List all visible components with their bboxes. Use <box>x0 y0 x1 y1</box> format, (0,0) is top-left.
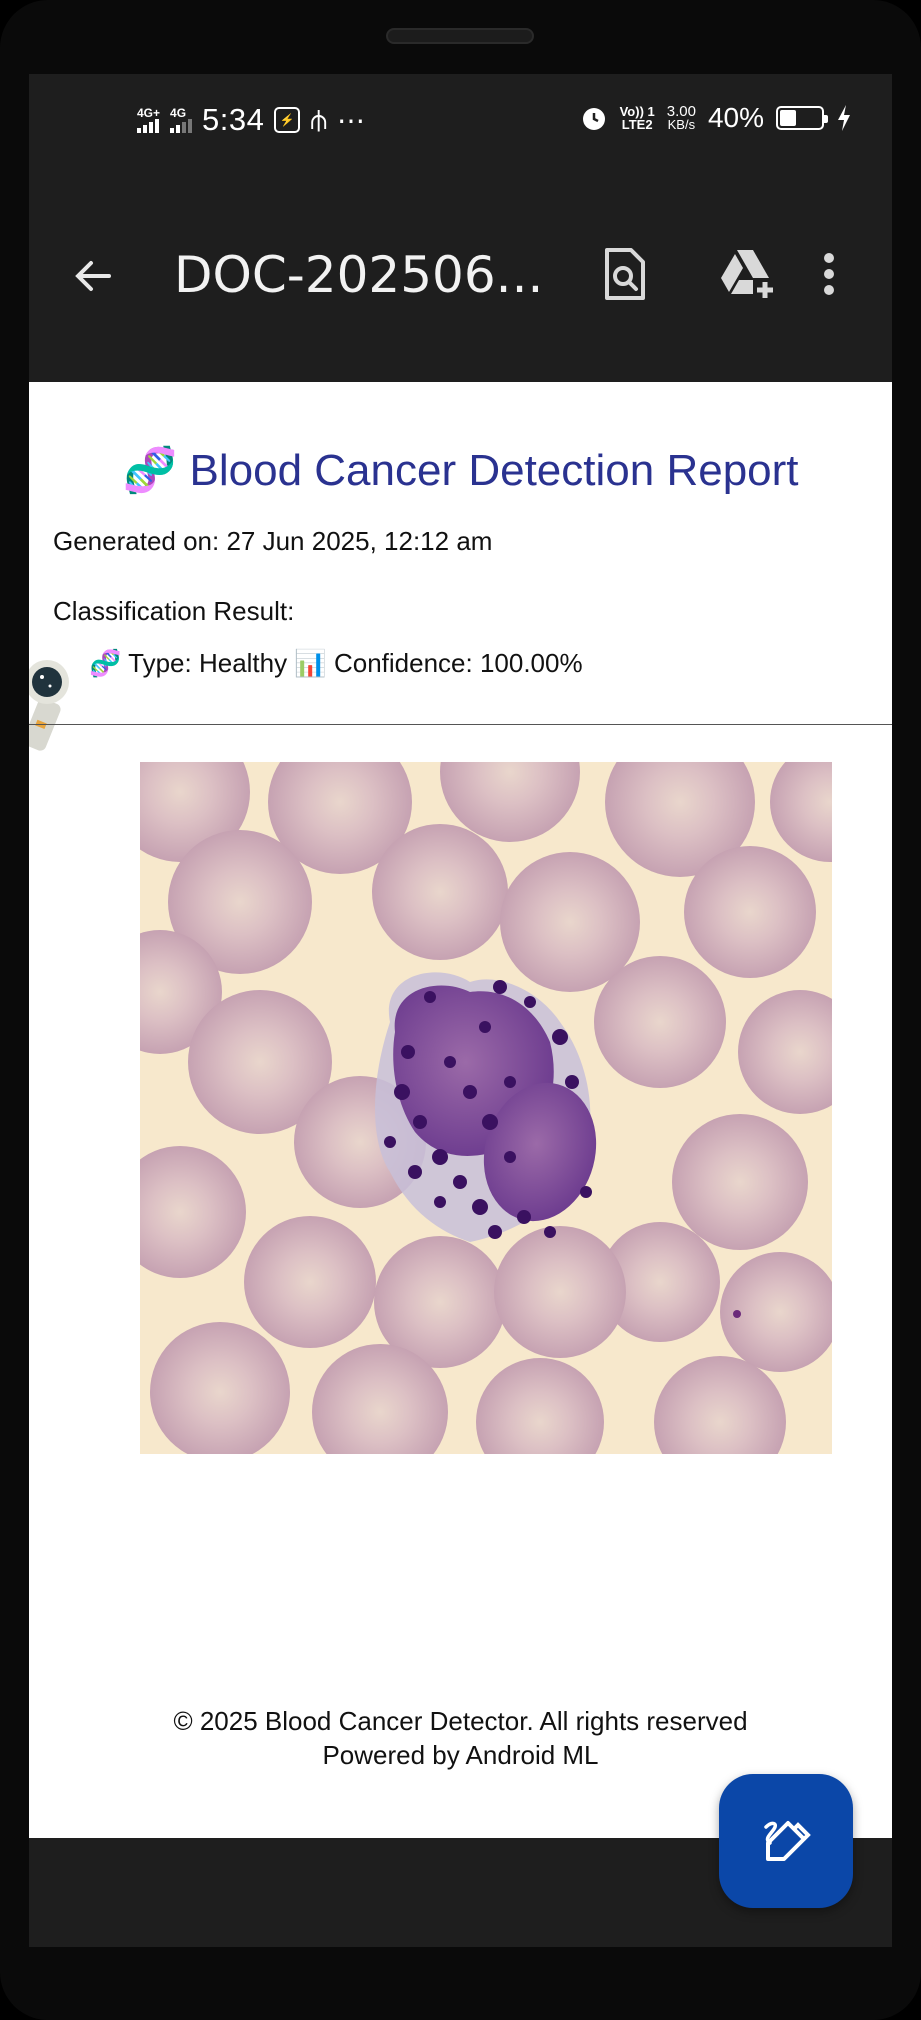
back-button[interactable] <box>69 252 117 300</box>
signal-icon: 4G+ <box>137 107 160 133</box>
report-footer: © 2025 Blood Cancer Detector. All rights… <box>29 1704 892 1772</box>
back-arrow-icon <box>75 261 111 291</box>
astronaut-sticker <box>29 660 69 751</box>
signal-icon: 4G <box>170 107 193 133</box>
status-left: 4G+ 4G 5:34 ⚡ ⫛ ⋯ <box>137 102 365 138</box>
status-right: Vo)) 1 LTE2 3.00 KB/s 40% <box>580 102 852 134</box>
google-drive-add-button[interactable] <box>709 242 785 306</box>
search-document-button[interactable] <box>593 242 657 306</box>
edit-fab-button[interactable] <box>719 1774 853 1908</box>
more-vertical-icon <box>824 253 834 295</box>
search-document-icon <box>605 248 645 300</box>
generated-date: Generated on: 27 Jun 2025, 12:12 am <box>53 526 493 556</box>
network-speed: 3.00 KB/s <box>666 103 696 132</box>
screen: 4G+ 4G 5:34 ⚡ ⫛ ⋯ Vo)) 1 LTE2 3.00 KB/s … <box>29 74 892 1947</box>
more-options-button[interactable] <box>809 242 849 306</box>
usb-icon: ⫛ <box>310 103 327 135</box>
usb-icon: ⚡ <box>274 107 301 133</box>
dna-icon: 🧬 <box>89 648 122 678</box>
dna-icon: 🧬 <box>122 446 178 495</box>
document-title: DOC-202506... <box>174 246 544 304</box>
volte-indicator: Vo)) 1 LTE2 <box>619 104 655 132</box>
more-icon: ⋯ <box>337 104 365 136</box>
battery-icon <box>776 106 828 130</box>
divider <box>29 724 892 725</box>
classification-result: 🧬 Type: Healthy 📊 Confidence: 100.00% <box>89 648 583 679</box>
confidence-value: Confidence: 100.00% <box>333 648 583 678</box>
phone-frame: 4G+ 4G 5:34 ⚡ ⫛ ⋯ Vo)) 1 LTE2 3.00 KB/s … <box>0 0 921 2020</box>
charging-icon <box>838 105 850 131</box>
classification-label: Classification Result: <box>53 596 295 626</box>
report-title: 🧬 Blood Cancer Detection Report <box>122 446 799 495</box>
powered-by-text: Powered by Android ML <box>322 1740 599 1770</box>
type-value: Type: Healthy <box>128 648 288 678</box>
blood-smear-image <box>140 762 832 1454</box>
alarm-icon <box>582 108 605 130</box>
status-bar: 4G+ 4G 5:34 ⚡ ⫛ ⋯ Vo)) 1 LTE2 3.00 KB/s … <box>29 74 892 172</box>
clock: 5:34 <box>202 102 265 137</box>
edit-pen-icon <box>764 1821 811 1861</box>
google-drive-add-icon <box>721 250 773 298</box>
battery-percent: 40% <box>707 102 764 133</box>
speaker-grille <box>386 28 534 44</box>
bar-chart-icon: 📊 <box>294 648 327 678</box>
pdf-page: 🧬 Blood Cancer Detection Report Generate… <box>29 382 892 1838</box>
copyright-text: © 2025 Blood Cancer Detector. All rights… <box>173 1706 748 1736</box>
